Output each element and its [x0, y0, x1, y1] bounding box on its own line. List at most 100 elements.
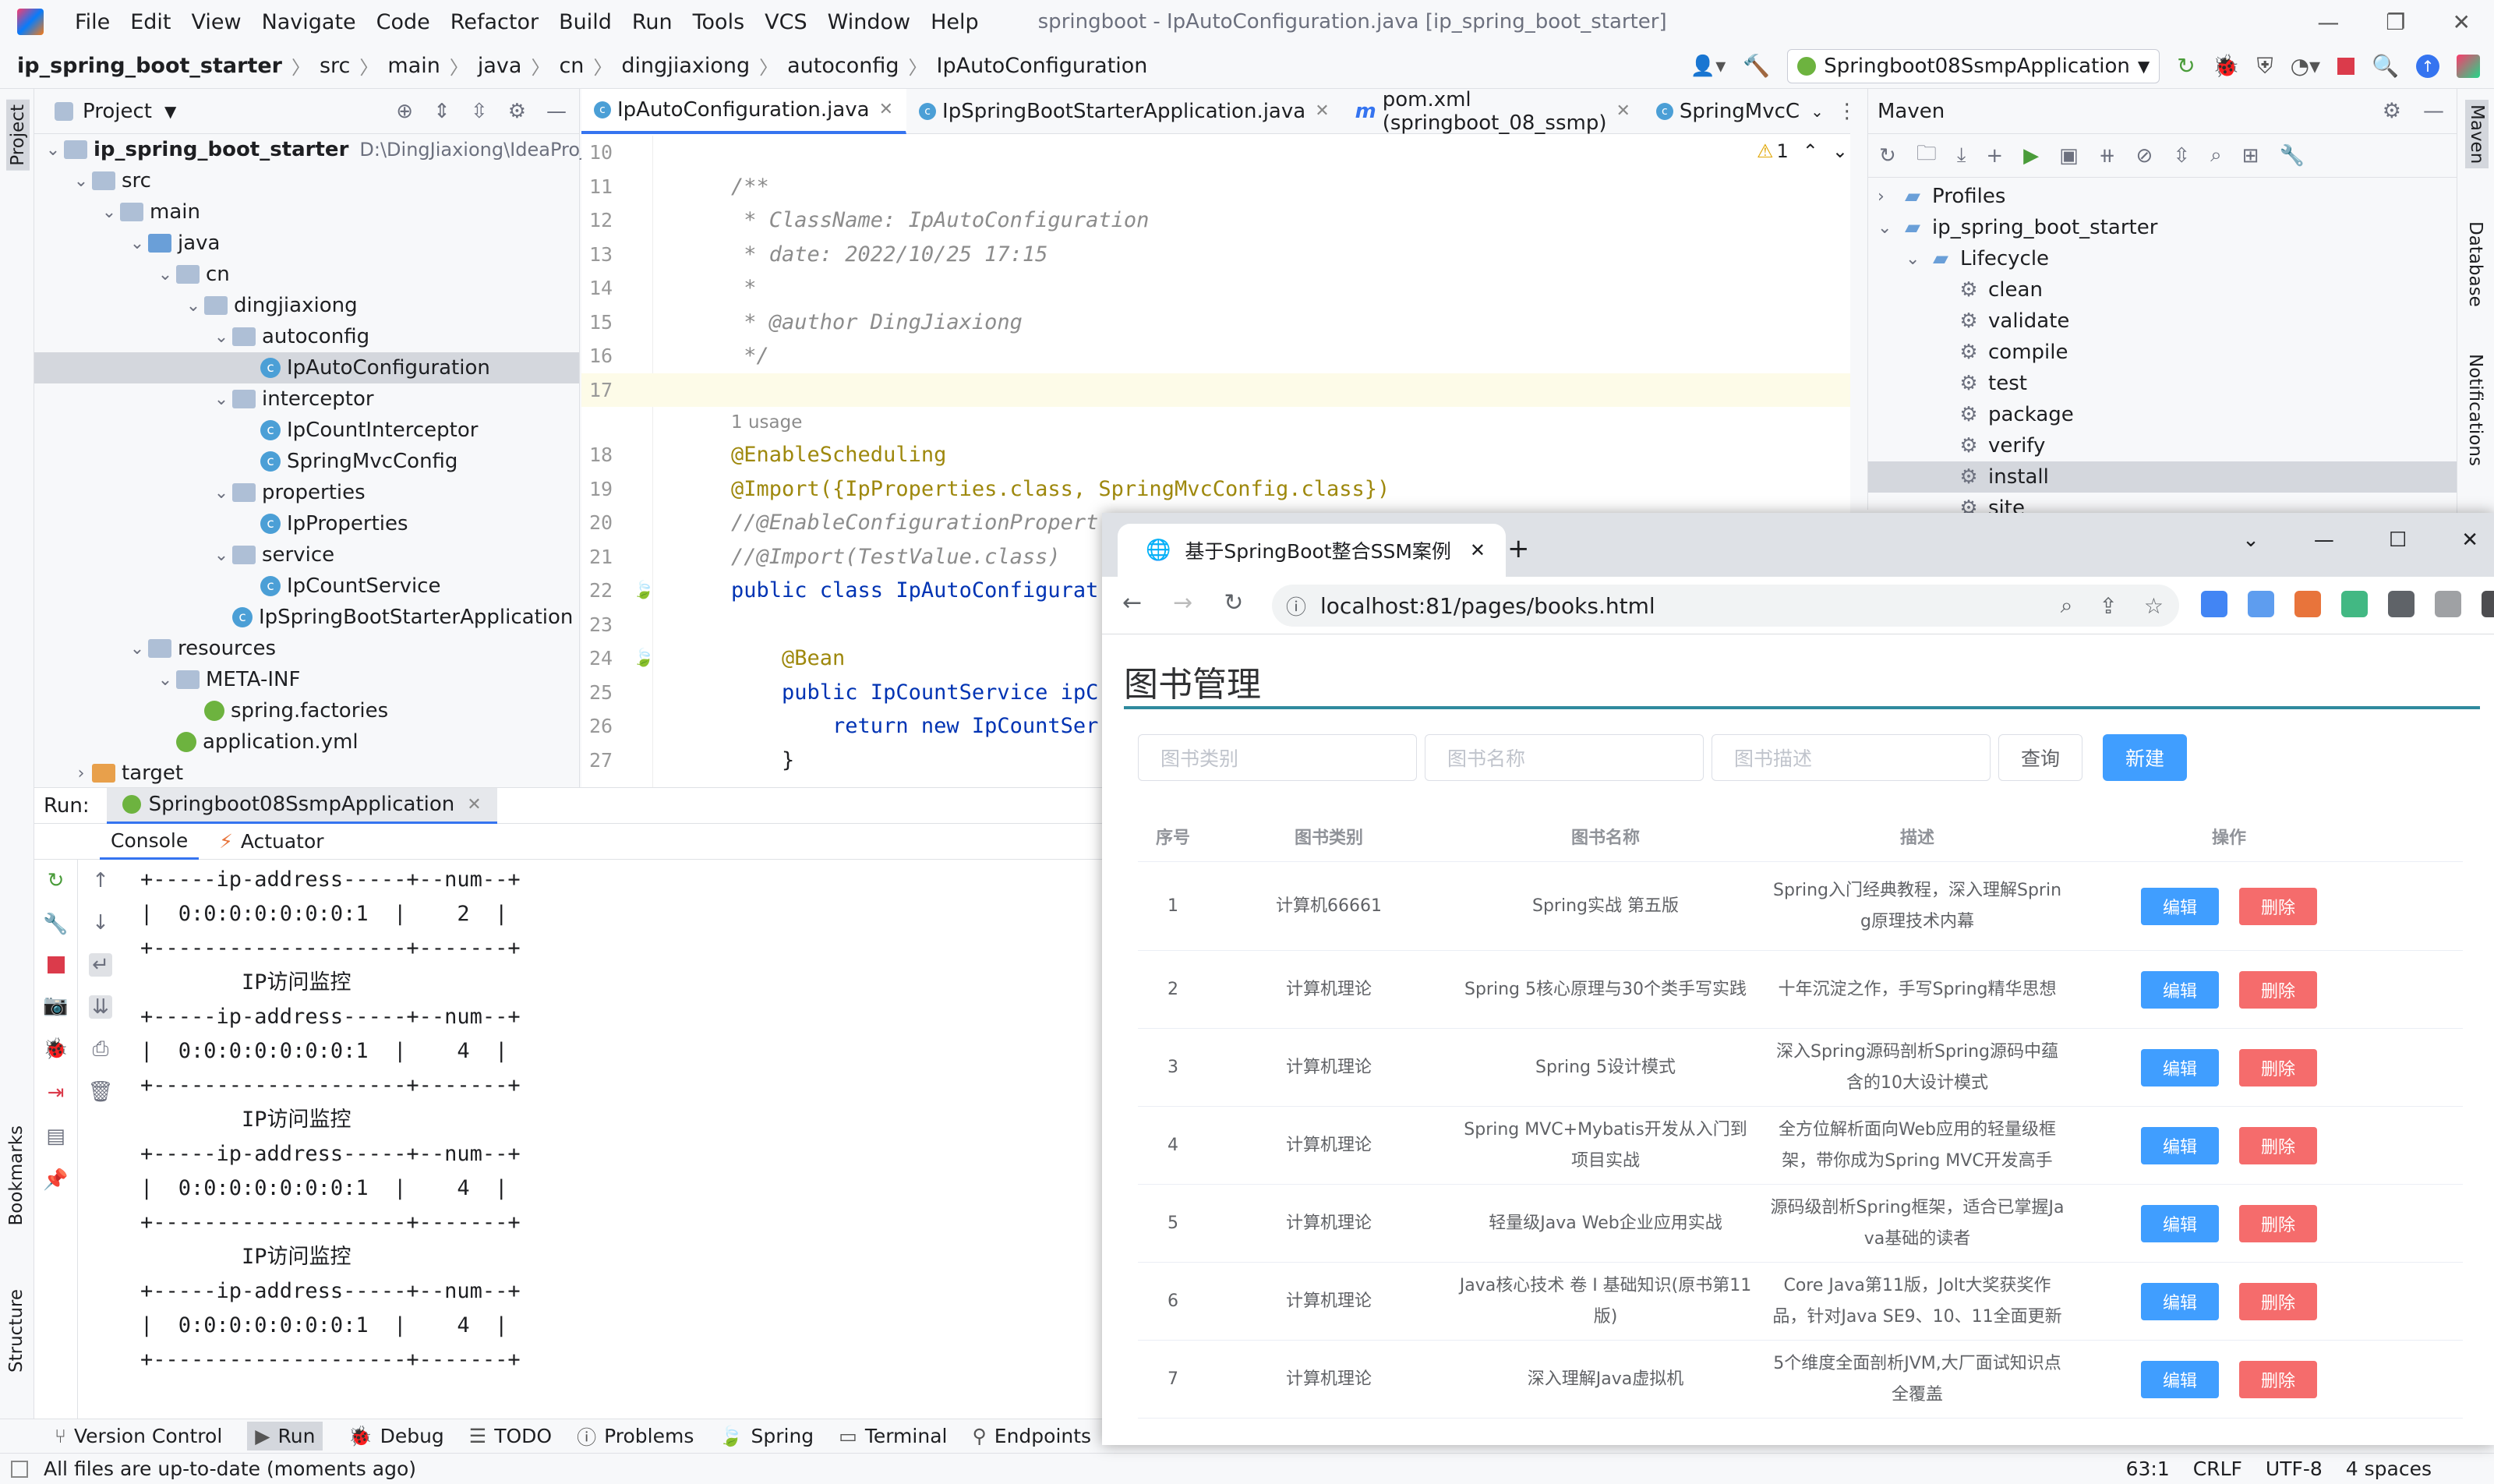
chevron-down-icon[interactable]: ⌄: [154, 265, 176, 284]
vue-extension-icon[interactable]: [2341, 591, 2368, 617]
tree-node[interactable]: spring.factories: [34, 695, 579, 726]
close-tab-icon[interactable]: ✕: [1470, 539, 1485, 561]
toolwindow-debug[interactable]: 🐞 Debug: [348, 1425, 443, 1448]
tab-ipspringbootstarterapplication[interactable]: c IpSpringBootStarterApplication.java ✕: [906, 89, 1343, 134]
delete-button[interactable]: 删除: [2239, 1282, 2317, 1320]
chevron-down-icon[interactable]: ⌄: [210, 390, 232, 409]
status-square-icon[interactable]: [11, 1460, 28, 1478]
line-separator[interactable]: CRLF: [2193, 1458, 2242, 1480]
tree-node[interactable]: ⌄ src: [34, 165, 579, 196]
close-tab-icon[interactable]: ✕: [879, 100, 893, 119]
rerun-icon[interactable]: ↻: [2177, 53, 2195, 79]
code-line[interactable]: 11 /**: [581, 170, 1850, 204]
login-icon[interactable]: ⇥: [48, 1081, 65, 1104]
maven-node[interactable]: ⚙ validate: [1868, 306, 2457, 337]
hat-extension-icon[interactable]: [2294, 591, 2321, 617]
chevron-down-icon[interactable]: ⌄: [42, 140, 64, 160]
minimize-icon[interactable]: —: [2314, 528, 2334, 552]
edit-button[interactable]: 编辑: [2141, 970, 2219, 1009]
close-icon[interactable]: ✕: [2453, 9, 2471, 35]
debug-icon[interactable]: 🐞: [43, 1037, 68, 1061]
tab-console[interactable]: Console: [100, 824, 200, 860]
chevron-down-icon[interactable]: ⌄: [1878, 218, 1901, 238]
maven-node[interactable]: ⚙ clean: [1868, 274, 2457, 306]
tree-node[interactable]: ⌄ main: [34, 196, 579, 228]
delete-button[interactable]: 删除: [2239, 1360, 2317, 1398]
search-icon[interactable]: 🔍: [2372, 53, 2399, 79]
menu-tools[interactable]: Tools: [693, 10, 745, 34]
tab-ipautoconfiguration[interactable]: c IpAutoConfiguration.java ✕: [581, 88, 907, 134]
chevron-down-icon[interactable]: ⌄: [1810, 102, 1824, 121]
console-output[interactable]: +-----ip-address-----+--num--+ | 0:0:0:0…: [140, 863, 1099, 1377]
forward-icon[interactable]: →: [1173, 589, 1192, 617]
chevron-down-icon[interactable]: ⌄: [70, 171, 92, 191]
pin-icon[interactable]: 📌: [43, 1168, 68, 1192]
database-tool-tab[interactable]: Database: [2465, 221, 2485, 307]
run-config-selector[interactable]: Springboot08SsmpApplication ▼: [1787, 48, 2160, 83]
back-icon[interactable]: ←: [1122, 589, 1142, 617]
tree-node[interactable]: ⌄ service: [34, 539, 579, 571]
breadcrumb-item[interactable]: ip_spring_boot_starter: [17, 54, 282, 78]
filter-name-input[interactable]: 图书名称: [1425, 734, 1704, 781]
menu-code[interactable]: Code: [376, 10, 430, 34]
show-deps-icon[interactable]: ⌕: [2210, 143, 2222, 168]
edit-button[interactable]: 编辑: [2141, 887, 2219, 925]
scroll-end-icon[interactable]: ⇊: [89, 995, 112, 1019]
edit-button[interactable]: 编辑: [2141, 1126, 2219, 1164]
tree-node[interactable]: c SpringMvcConfig: [34, 446, 579, 477]
reading-list-icon[interactable]: [2435, 591, 2461, 617]
tree-node[interactable]: ⌄ dingjiaxiong: [34, 290, 579, 321]
address-bar[interactable]: ⓘ localhost:81/pages/books.html ⌕ ⇪ ☆: [1272, 585, 2179, 627]
maven-node[interactable]: › ▰ Profiles: [1868, 181, 2457, 212]
stop-icon[interactable]: [2337, 57, 2355, 75]
code-line[interactable]: 14 *: [581, 271, 1850, 306]
side-panel-icon[interactable]: [2482, 591, 2494, 617]
breadcrumb-item[interactable]: cn: [559, 54, 584, 78]
execute-goal-icon[interactable]: ▣: [2059, 144, 2079, 168]
update-icon[interactable]: ↑: [2416, 54, 2439, 78]
user-icon[interactable]: 👤▾: [1690, 55, 1726, 78]
tree-node[interactable]: ⌄ properties: [34, 477, 579, 508]
chevron-down-icon[interactable]: ⌄: [210, 483, 232, 503]
code-line[interactable]: 17: [581, 373, 1850, 407]
code-line[interactable]: 13 * date: 2022/10/25 17:15: [581, 238, 1850, 272]
menu-edit[interactable]: Edit: [130, 10, 171, 34]
status-message[interactable]: All files are up-to-date (moments ago): [44, 1458, 416, 1480]
close-icon[interactable]: ✕: [2461, 528, 2478, 552]
wrench-icon[interactable]: 🔧: [2279, 144, 2304, 168]
close-tab-icon[interactable]: ✕: [467, 795, 481, 814]
chevron-down-icon[interactable]: ⌄: [210, 327, 232, 347]
tab-springmvcconfig[interactable]: c SpringMvcC ⌄: [1644, 89, 1837, 134]
chevron-down-icon[interactable]: ⌄: [126, 234, 148, 253]
soft-wrap-icon[interactable]: ↵: [89, 953, 112, 977]
tree-node[interactable]: c IpSpringBootStarterApplication: [34, 602, 579, 633]
expand-all-icon[interactable]: ⇕: [433, 100, 450, 123]
edit-button[interactable]: 编辑: [2141, 1282, 2219, 1320]
spring-bean-gutter-icon[interactable]: 🍃: [633, 648, 654, 668]
chevron-right-icon[interactable]: ›: [1878, 187, 1901, 207]
code-line[interactable]: 19 @Import({IpProperties.class, SpringMvc…: [581, 472, 1850, 507]
toolwindow-endpoints[interactable]: ⚲ Endpoints: [972, 1425, 1091, 1447]
reload-icon[interactable]: ↻: [1224, 589, 1243, 617]
new-button[interactable]: 新建: [2103, 734, 2187, 781]
locate-icon[interactable]: ⊕: [396, 100, 413, 123]
spring-bean-gutter-icon[interactable]: 🍃: [633, 581, 654, 600]
menu-window[interactable]: Window: [828, 10, 910, 34]
breadcrumb-item[interactable]: src: [320, 54, 350, 78]
maven-node[interactable]: ⚙ install: [1868, 461, 2457, 493]
tree-node[interactable]: ⌄ cn: [34, 259, 579, 290]
tree-node[interactable]: ⌄ autoconfig: [34, 321, 579, 352]
close-tab-icon[interactable]: ✕: [1315, 101, 1329, 121]
tree-node[interactable]: c IpAutoConfiguration: [34, 352, 579, 383]
arrow-down-icon[interactable]: ↓: [92, 911, 109, 935]
tree-node[interactable]: › target: [34, 758, 579, 789]
menu-help[interactable]: Help: [931, 10, 979, 34]
delete-button[interactable]: 删除: [2239, 887, 2317, 925]
tree-root[interactable]: ⌄ ip_spring_boot_starter D:\DingJiaxiong…: [34, 134, 624, 165]
browser-tab[interactable]: 🌐 基于SpringBoot整合SSM案例 ✕: [1118, 524, 1506, 577]
menu-run[interactable]: Run: [632, 10, 673, 34]
maximize-icon[interactable]: ☐: [2389, 528, 2407, 552]
minimize-icon[interactable]: —: [2317, 9, 2339, 35]
run-config-tab[interactable]: Springboot08SsmpApplication ✕: [106, 787, 497, 824]
layers-extension-icon[interactable]: [2248, 591, 2274, 617]
